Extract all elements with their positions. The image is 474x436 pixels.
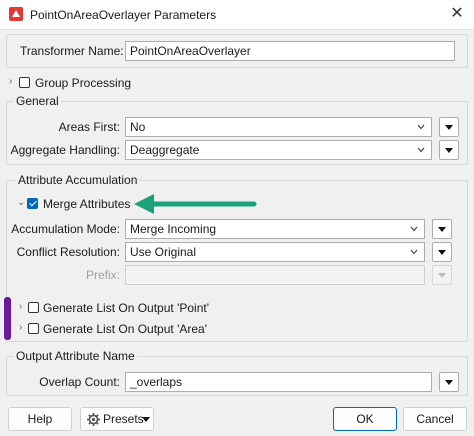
conflict-resolution-select[interactable]: Use Original [125,242,425,262]
overlap-count-menu-button[interactable] [439,372,459,392]
areas-first-label: Areas First: [58,120,120,134]
prefix-input [125,265,425,285]
triangle-down-icon [438,227,446,232]
chevron-down-icon [410,249,418,255]
fme-transformer-icon [9,7,23,21]
group-processing-checkbox[interactable] [19,77,30,88]
triangle-down-icon [445,148,453,153]
chevron-down-icon [410,226,418,232]
group-processing-label[interactable]: Group Processing [35,76,131,90]
general-group-title: General [14,94,61,108]
prefix-menu-button [432,265,452,285]
prefix-label: Prefix: [85,268,120,282]
accumulation-mode-select[interactable]: Merge Incoming [125,219,425,239]
aggregate-handling-label: Aggregate Handling: [10,143,120,157]
merge-attributes-checkbox[interactable] [27,198,38,209]
gear-icon [87,413,100,426]
areas-first-value: No [130,120,146,134]
output-attribute-title: Output Attribute Name [14,349,137,363]
generate-list-point-label[interactable]: Generate List On Output 'Point' [43,301,209,315]
generate-list-area-expander-icon[interactable]: › [19,323,27,333]
overlap-count-label: Overlap Count: [39,375,120,389]
areas-first-menu-button[interactable] [439,117,459,137]
attribute-accumulation-title: Attribute Accumulation [16,173,140,187]
accumulation-mode-menu-button[interactable] [432,219,452,239]
generate-list-point-checkbox[interactable] [28,302,39,313]
aggregate-handling-select[interactable]: Deaggregate [125,140,432,160]
annotation-bar [4,297,11,340]
triangle-down-icon [438,250,446,255]
merge-attributes-label[interactable]: Merge Attributes [43,197,130,211]
overlap-count-input[interactable]: _overlaps [125,372,432,392]
areas-first-select[interactable]: No [125,117,432,137]
help-button[interactable]: Help [8,407,72,431]
triangle-down-icon [445,125,453,130]
window-title: PointOnAreaOverlayer Parameters [30,8,217,22]
presets-button[interactable]: Presets [80,407,154,431]
transformer-name-label: Transformer Name: [20,44,124,58]
conflict-resolution-label: Conflict Resolution: [16,245,120,259]
arrow-left-icon [134,194,257,214]
generate-list-point-expander-icon[interactable]: › [19,302,27,312]
aggregate-handling-menu-button[interactable] [439,140,459,160]
close-icon[interactable]: ✕ [448,5,466,23]
conflict-resolution-menu-button[interactable] [432,242,452,262]
triangle-down-icon [142,417,150,422]
chevron-down-icon [417,147,425,153]
conflict-resolution-value: Use Original [130,245,197,259]
title-bar: PointOnAreaOverlayer Parameters ✕ [0,0,474,30]
accumulation-mode-value: Merge Incoming [130,222,217,236]
chevron-down-icon [417,124,425,130]
cancel-button[interactable]: Cancel [403,407,467,431]
accumulation-mode-label: Accumulation Mode: [11,222,120,236]
generate-list-area-label[interactable]: Generate List On Output 'Area' [43,322,207,336]
triangle-down-icon [445,380,453,385]
presets-label: Presets [103,412,144,426]
transformer-name-input[interactable]: PointOnAreaOverlayer [125,41,455,61]
aggregate-handling-value: Deaggregate [130,143,200,157]
triangle-down-icon [438,273,446,278]
ok-button[interactable]: OK [333,407,397,431]
merge-attributes-expander-icon[interactable]: ⌄ [17,198,25,208]
generate-list-area-checkbox[interactable] [28,323,39,334]
group-processing-expander-icon[interactable]: › [9,77,17,87]
